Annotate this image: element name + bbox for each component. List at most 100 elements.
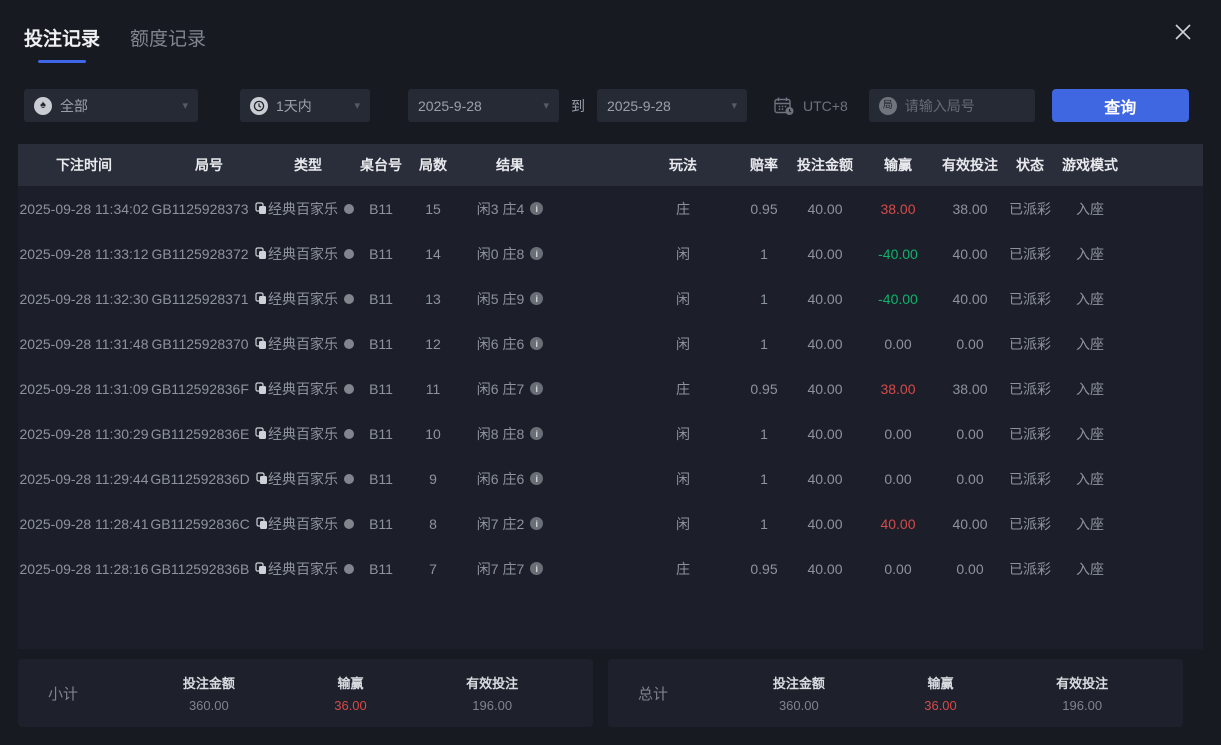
cell-bet_amount: 40.00	[794, 411, 856, 456]
copy-icon[interactable]	[255, 562, 267, 575]
cell-result: 闲7 庄2i	[452, 501, 568, 546]
spacer-cell	[568, 411, 632, 456]
summary-stat: 有效投注196.00	[1011, 673, 1153, 713]
cell-result: 闲7 庄7i	[452, 546, 568, 591]
round-number-field[interactable]: 局	[869, 89, 1035, 122]
info-icon[interactable]: i	[530, 517, 543, 530]
cell-round_no: 15	[414, 186, 452, 231]
info-icon[interactable]: i	[530, 472, 543, 485]
table-body: 2025-09-28 11:34:02GB1125928373经典百家乐B111…	[18, 186, 1203, 591]
cell-text: 闲6 庄6	[477, 334, 524, 354]
cell-status: 已派彩	[1000, 411, 1060, 456]
date-from-value: 2025-9-28	[418, 98, 482, 114]
live-dot-icon	[344, 429, 354, 439]
copy-icon[interactable]	[255, 382, 267, 395]
total-panel: 总计 投注金额360.00输赢36.00有效投注196.00	[608, 659, 1183, 727]
tab-bet-records[interactable]: 投注记录	[24, 24, 100, 63]
calendar-clock-icon	[773, 96, 795, 116]
cell-text: 2025-09-28 11:34:02	[20, 201, 149, 217]
cell-text: 闲	[676, 246, 690, 262]
info-icon[interactable]: i	[530, 562, 543, 575]
cell-text: GB1125928371	[151, 291, 248, 307]
cell-play: 庄	[632, 186, 734, 231]
cell-text: B11	[369, 291, 393, 307]
cell-round_id: GB1125928371	[150, 276, 268, 321]
cell-status: 已派彩	[1000, 501, 1060, 546]
column-header: 状态	[1000, 144, 1060, 186]
info-icon[interactable]: i	[530, 292, 543, 305]
game-type-select[interactable]: ♠ 全部 ▾	[24, 89, 198, 122]
cell-text: 闲3 庄4	[477, 199, 524, 219]
stat-label: 输赢	[870, 673, 1012, 692]
info-icon[interactable]: i	[530, 382, 543, 395]
copy-icon[interactable]	[256, 472, 268, 485]
cell-text: 入座	[1076, 336, 1104, 352]
cell-table_no: B11	[348, 186, 414, 231]
cell-status: 已派彩	[1000, 546, 1060, 591]
date-to-value: 2025-9-28	[607, 98, 671, 114]
spade-icon: ♠	[34, 97, 52, 115]
live-dot-icon	[344, 249, 354, 259]
cell-valid_bet: 40.00	[940, 501, 1000, 546]
cell-text: 闲0 庄8	[477, 244, 524, 264]
to-label: 到	[571, 96, 585, 116]
table-row: 2025-09-28 11:33:12GB1125928372经典百家乐B111…	[18, 231, 1203, 276]
tab-quota-records[interactable]: 额度记录	[130, 24, 206, 63]
cell-round_id: GB112592836C	[150, 501, 268, 546]
copy-icon[interactable]	[255, 202, 267, 215]
cell-result: 闲6 庄6 i	[452, 321, 568, 366]
cell-odds: 1	[734, 321, 794, 366]
cell-status: 已派彩	[1000, 366, 1060, 411]
cell-text: 经典百家乐	[268, 379, 338, 399]
cell-text: 0.95	[750, 561, 777, 577]
cell-text: 40.00	[807, 336, 842, 352]
time-range-select[interactable]: 1天内 ▾	[240, 89, 370, 122]
cell-text: 40.00	[952, 291, 987, 307]
cell-round_id: GB112592836B	[150, 546, 268, 591]
cell-table_no: B11	[348, 366, 414, 411]
copy-icon[interactable]	[255, 247, 267, 260]
info-icon[interactable]: i	[530, 247, 543, 260]
cell-time: 2025-09-28 11:28:41	[18, 501, 150, 546]
cell-play: 闲	[632, 276, 734, 321]
subtotal-panel: 小计 投注金额360.00输赢36.00有效投注196.00	[18, 659, 593, 727]
summary-stat: 有效投注196.00	[421, 673, 563, 713]
copy-icon[interactable]	[255, 337, 267, 350]
chevron-down-icon: ▾	[543, 99, 549, 112]
info-icon[interactable]: i	[530, 427, 543, 440]
info-icon[interactable]: i	[530, 337, 543, 350]
cell-text: 入座	[1076, 381, 1104, 397]
cell-text: 经典百家乐	[268, 514, 338, 534]
cell-result: 闲3 庄4 i	[452, 186, 568, 231]
cell-odds: 0.95	[734, 546, 794, 591]
cell-text: 40.00	[807, 246, 842, 262]
cell-text: 入座	[1076, 291, 1104, 307]
search-button[interactable]: 查询	[1052, 89, 1189, 122]
table-header-row: 下注时间局号类型桌台号局数结果玩法赔率投注金额输赢有效投注状态游戏模式	[18, 144, 1203, 186]
stat-value: 36.00	[280, 698, 422, 713]
close-button[interactable]	[1169, 18, 1197, 46]
active-tab-underline	[38, 60, 86, 63]
cell-text: 40.00	[952, 516, 987, 532]
cell-text: 2025-09-28 11:32:30	[20, 291, 149, 307]
cell-text: 已派彩	[1009, 336, 1051, 352]
cell-table_no: B11	[348, 276, 414, 321]
cell-text: 入座	[1076, 471, 1104, 487]
cell-odds: 0.95	[734, 366, 794, 411]
stat-value: 360.00	[138, 698, 280, 713]
cell-text: B11	[369, 561, 393, 577]
info-icon[interactable]: i	[530, 202, 543, 215]
copy-icon[interactable]	[255, 427, 267, 440]
column-header: 桌台号	[348, 144, 414, 186]
round-number-input[interactable]	[905, 98, 1025, 114]
date-to-select[interactable]: 2025-9-28 ▾	[597, 89, 747, 122]
table-row: 2025-09-28 11:28:16GB112592836B经典百家乐B117…	[18, 546, 1203, 591]
chevron-down-icon: ▾	[182, 99, 188, 112]
copy-icon[interactable]	[255, 292, 267, 305]
cell-status: 已派彩	[1000, 456, 1060, 501]
copy-icon[interactable]	[256, 517, 268, 530]
spacer-cell	[568, 366, 632, 411]
column-header: 局数	[414, 144, 452, 186]
cell-bet_amount: 40.00	[794, 546, 856, 591]
date-from-select[interactable]: 2025-9-28 ▾	[408, 89, 559, 122]
